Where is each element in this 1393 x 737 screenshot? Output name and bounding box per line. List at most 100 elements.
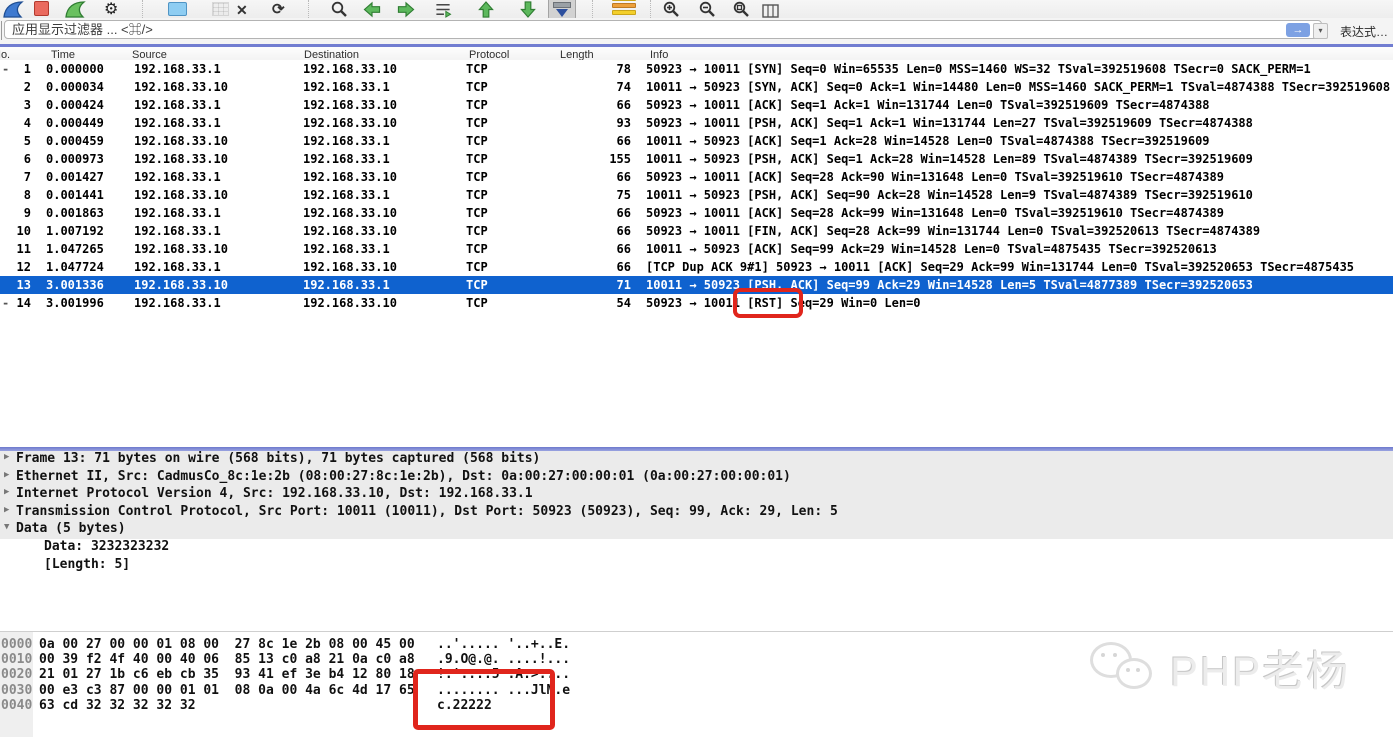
cell-src: 192.168.33.10: [134, 278, 228, 292]
cell-src: 192.168.33.1: [134, 224, 221, 238]
packet-row-5[interactable]: 50.000459192.168.33.10192.168.33.1TCP661…: [0, 132, 1393, 150]
cell-time: 0.001863: [46, 206, 104, 220]
hex-bytes: 21 01 27 1b c6 eb cb 35 93 41 ef 3e b4 1…: [39, 667, 415, 682]
filter-dropdown-caret[interactable]: ▾: [1313, 23, 1328, 39]
cell-no: 4: [0, 116, 31, 130]
cell-proto: TCP: [466, 278, 488, 292]
detail-text: Ethernet II, Src: CadmusCo_8c:1e:2b (08:…: [16, 469, 791, 484]
hex-row-0040[interactable]: 004063 cd 32 32 32 32 32c.22222: [0, 698, 1393, 713]
cell-no: 13: [0, 278, 31, 292]
packet-row-11[interactable]: 111.047265192.168.33.10192.168.33.1TCP66…: [0, 240, 1393, 258]
auto-scroll-icon[interactable]: [548, 0, 576, 19]
cell-dst: 192.168.33.10: [303, 224, 397, 238]
packet-row-4[interactable]: 40.000449192.168.33.1192.168.33.10TCP935…: [0, 114, 1393, 132]
detail-row-4[interactable]: ▼Data (5 bytes): [0, 521, 1393, 539]
collapsed-triangle-icon[interactable]: ▶: [4, 505, 9, 515]
cell-proto: TCP: [466, 170, 488, 184]
toolbar-separator: [142, 0, 143, 18]
detail-child-row-0[interactable]: Data: 3232323232: [0, 539, 1393, 557]
go-to-packet-icon[interactable]: [434, 0, 452, 18]
packet-row-9[interactable]: 90.001863192.168.33.1192.168.33.10TCP665…: [0, 204, 1393, 222]
save-file-icon[interactable]: [212, 0, 229, 18]
cell-proto: TCP: [466, 152, 488, 166]
expanded-triangle-icon[interactable]: ▼: [4, 522, 9, 532]
close-file-icon[interactable]: ✕: [236, 0, 248, 18]
packet-row-14[interactable]: -143.001996192.168.33.1192.168.33.10TCP5…: [0, 294, 1393, 312]
zoom-in-icon[interactable]: [662, 0, 680, 18]
toolbar-separator: [650, 0, 651, 18]
cell-proto: TCP: [466, 188, 488, 202]
packet-row-7[interactable]: 70.001427192.168.33.1192.168.33.10TCP665…: [0, 168, 1393, 186]
go-first-icon[interactable]: [476, 0, 496, 18]
detail-row-3[interactable]: ▶Transmission Control Protocol, Src Port…: [0, 504, 1393, 522]
cell-len: 66: [566, 170, 631, 184]
cell-src: 192.168.33.10: [134, 242, 228, 256]
expression-button[interactable]: 表达式…: [1340, 23, 1388, 40]
hex-bytes: 00 39 f2 4f 40 00 40 06 85 13 c0 a8 21 0…: [39, 652, 415, 667]
zoom-original-icon[interactable]: [732, 0, 750, 18]
cell-dst: 192.168.33.1: [303, 80, 390, 94]
cell-no: 12: [0, 260, 31, 274]
packet-details-pane: ▶Frame 13: 71 bytes on wire (568 bits), …: [0, 451, 1393, 631]
detail-text: Internet Protocol Version 4, Src: 192.16…: [16, 486, 533, 501]
main-toolbar: ⚙ ✕ ⟳: [0, 0, 1393, 19]
packet-row-8[interactable]: 80.001441192.168.33.10192.168.33.1TCP751…: [0, 186, 1393, 204]
cell-dst: 192.168.33.10: [303, 62, 397, 76]
cell-dst: 192.168.33.1: [303, 134, 390, 148]
go-last-icon[interactable]: [518, 0, 538, 18]
cell-proto: TCP: [466, 206, 488, 220]
detail-row-2[interactable]: ▶ Internet Protocol Version 4, Src: 192.1…: [0, 486, 1393, 504]
cell-time: 1.007192: [46, 224, 104, 238]
cell-no: 6: [0, 152, 31, 166]
packet-row-2[interactable]: 20.000034192.168.33.10192.168.33.1TCP741…: [0, 78, 1393, 96]
cell-dst: 192.168.33.10: [303, 116, 397, 130]
apply-filter-button[interactable]: →: [1286, 23, 1310, 37]
resize-columns-icon[interactable]: [762, 0, 779, 18]
go-forward-icon[interactable]: [396, 0, 416, 18]
packet-row-3[interactable]: 30.000424192.168.33.1192.168.33.10TCP665…: [0, 96, 1393, 114]
start-capture-icon[interactable]: [2, 0, 24, 18]
cell-proto: TCP: [466, 98, 488, 112]
hex-offset: 0030: [1, 683, 32, 698]
cell-len: 66: [566, 134, 631, 148]
display-filter-input[interactable]: [4, 20, 1322, 39]
packet-row-10[interactable]: 101.007192192.168.33.1192.168.33.10TCP66…: [0, 222, 1393, 240]
cell-dst: 192.168.33.10: [303, 170, 397, 184]
stop-capture-icon[interactable]: [34, 0, 49, 18]
cell-dst: 192.168.33.10: [303, 296, 397, 310]
cell-dst: 192.168.33.1: [303, 152, 390, 166]
cell-dst: 192.168.33.10: [303, 98, 397, 112]
cell-len: 66: [566, 206, 631, 220]
packet-row-12[interactable]: 121.047724192.168.33.1192.168.33.10TCP66…: [0, 258, 1393, 276]
hex-offset: 0040: [1, 698, 32, 713]
restart-capture-icon[interactable]: [64, 0, 86, 18]
detail-row-0[interactable]: ▶Frame 13: 71 bytes on wire (568 bits), …: [0, 451, 1393, 469]
find-packet-icon[interactable]: [330, 0, 348, 18]
cell-src: 192.168.33.1: [134, 206, 221, 220]
detail-row-1[interactable]: ▶ Ethernet II, Src: CadmusCo_8c:1e:2b (08…: [0, 469, 1393, 487]
cell-info: 50923 → 10011 [PSH, ACK] Seq=1 Ack=1 Win…: [646, 116, 1393, 130]
cell-time: 1.047724: [46, 260, 104, 274]
cell-dst: 192.168.33.1: [303, 242, 390, 256]
zoom-out-icon[interactable]: [698, 0, 716, 18]
packet-row-1[interactable]: -10.000000192.168.33.1192.168.33.10TCP78…: [0, 60, 1393, 78]
packet-row-13[interactable]: 133.001336192.168.33.10192.168.33.1TCP71…: [0, 276, 1393, 294]
cell-info: 50923 → 10011 [SYN] Seq=0 Win=65535 Len=…: [646, 62, 1393, 76]
reload-file-icon[interactable]: ⟳: [272, 0, 285, 18]
open-file-icon[interactable]: [168, 0, 187, 18]
collapsed-triangle-icon[interactable]: ▶: [4, 487, 9, 497]
collapsed-triangle-icon[interactable]: ▶: [4, 452, 9, 462]
cell-dst: 192.168.33.1: [303, 188, 390, 202]
capture-options-icon[interactable]: ⚙: [104, 0, 118, 18]
cell-time: 0.000459: [46, 134, 104, 148]
cell-proto: TCP: [466, 134, 488, 148]
cell-info: 50923 → 10011 [RST] Seq=29 Win=0 Len=0: [646, 296, 1393, 310]
collapsed-triangle-icon[interactable]: ▶: [4, 470, 9, 480]
packet-row-6[interactable]: 60.000973192.168.33.10192.168.33.1TCP155…: [0, 150, 1393, 168]
cell-info: 50923 → 10011 [ACK] Seq=1 Ack=1 Win=1317…: [646, 98, 1393, 112]
hex-ascii: .9.O@.@. ....!...: [437, 652, 570, 667]
colorize-icon[interactable]: [612, 0, 636, 18]
cell-proto: TCP: [466, 116, 488, 130]
go-back-icon[interactable]: [362, 0, 382, 18]
detail-child-row-1[interactable]: [Length: 5]: [0, 557, 1393, 575]
